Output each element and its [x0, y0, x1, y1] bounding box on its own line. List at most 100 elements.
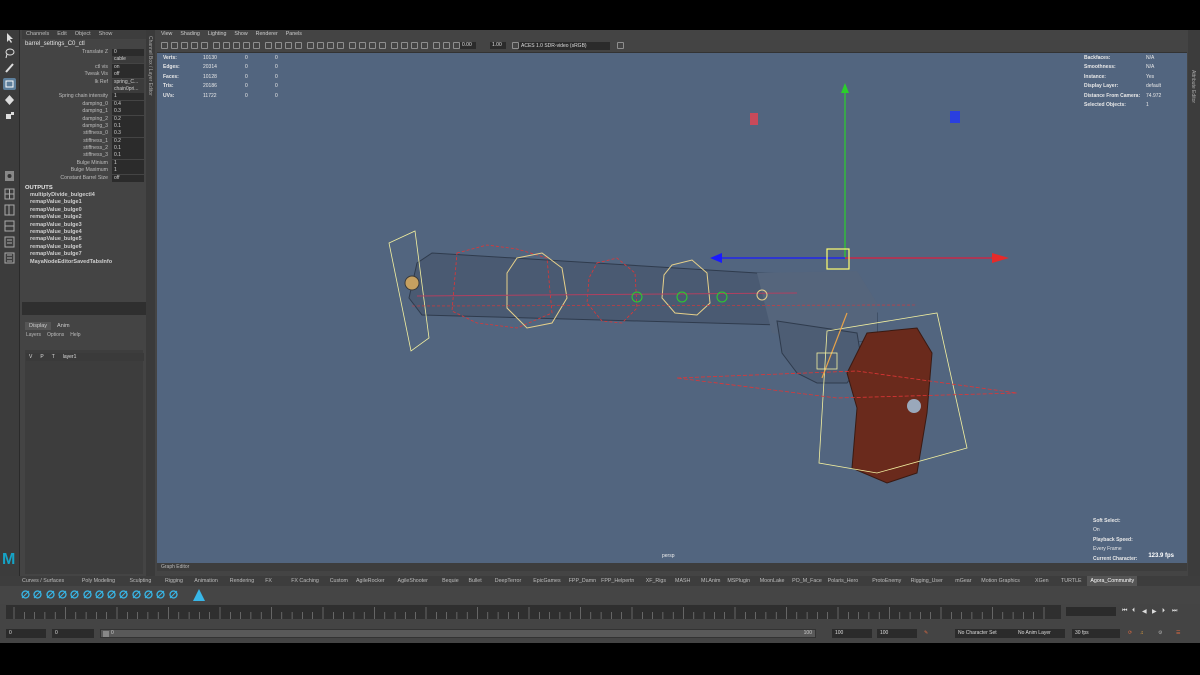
viewport-toolbar-icon[interactable] [391, 42, 398, 49]
shelf-tab[interactable]: Rendering [230, 576, 254, 586]
step-forward-icon[interactable]: ⏵ [1162, 608, 1165, 615]
attribute-row[interactable]: damping_1 0.3 [22, 108, 146, 116]
attribute-value[interactable]: 1 [112, 93, 144, 101]
attribute-row[interactable]: Ik Ref spring_C... [22, 78, 146, 86]
layout-list-icon[interactable] [3, 252, 16, 264]
move-z-arrow-icon[interactable] [710, 253, 722, 263]
range-slider[interactable]: 0 100 [100, 629, 816, 638]
shelf-tab[interactable]: Rigging_User [911, 576, 943, 586]
layout-single-icon[interactable] [3, 170, 16, 182]
attribute-value[interactable]: 1 [112, 167, 144, 175]
layer-name[interactable]: layer1 [63, 353, 77, 361]
layout-stack-icon[interactable] [3, 220, 16, 232]
attribute-value[interactable]: 0.1 [112, 145, 144, 153]
shelf-tab[interactable]: MSPlugin [727, 576, 750, 586]
shelf-tab[interactable]: EpicGames [533, 576, 560, 586]
shelf-tab[interactable]: ProtoEnemy [872, 576, 901, 586]
viewport-toolbar-icon[interactable] [243, 42, 250, 49]
fps-dropdown[interactable]: 30 fps [1072, 629, 1120, 638]
shelf-tool-icon[interactable] [155, 589, 166, 600]
attribute-row[interactable]: Constant Barrel Size off [22, 174, 146, 182]
viewport-toolbar-icon[interactable] [379, 42, 386, 49]
shelf-tab[interactable]: Motion Graphics [981, 576, 1020, 586]
viewport-toolbar-icon[interactable] [171, 42, 178, 49]
attribute-row[interactable]: cable [22, 56, 146, 64]
move-plane-red-icon[interactable] [750, 113, 758, 125]
channel-box-side-tab[interactable]: Channel Box / Layer Editor [146, 30, 155, 580]
menu-channels[interactable]: Channels [26, 30, 49, 39]
viewport-toolbar-icon[interactable] [512, 42, 519, 49]
output-node[interactable]: MayaNodeEditorSavedTabsInfo [22, 259, 146, 266]
output-node[interactable]: remapValue_bulge2 [22, 214, 146, 221]
viewport-toolbar-icon[interactable] [223, 42, 230, 49]
scene-end-field[interactable]: 100 [877, 629, 917, 638]
viewport-toolbar-icon[interactable] [201, 42, 208, 49]
go-end-icon[interactable]: ⏭ [1172, 608, 1177, 615]
move-x-arrow-icon[interactable] [992, 253, 1009, 263]
attribute-value[interactable]: 0.2 [112, 137, 144, 145]
attribute-row[interactable]: Bulge Minium 1 [22, 159, 146, 167]
attribute-row[interactable]: damping_0 0.4 [22, 100, 146, 108]
3d-viewport[interactable]: Verts: 10130 0 0 Edges: 20314 0 0 Faces: 10128 0 0 T… [157, 53, 1187, 563]
shelf-tab[interactable]: MLAnim [701, 576, 720, 586]
attribute-value[interactable]: off [112, 71, 144, 79]
viewport-toolbar-icon[interactable] [307, 42, 314, 49]
menu-edit[interactable]: Edit [57, 30, 66, 39]
attribute-value[interactable]: on [112, 63, 144, 71]
layer-row[interactable]: V P T layer1 [26, 353, 144, 361]
attribute-row[interactable]: stiffness_1 0.2 [22, 137, 146, 145]
output-node[interactable]: remapValue_bulge0 [22, 207, 146, 214]
key-settings-icon[interactable]: ⚙ [1158, 629, 1162, 638]
shelf-tab[interactable]: Custom [330, 576, 348, 586]
menu-panels[interactable]: Panels [286, 30, 302, 38]
preferences-icon[interactable]: ☰ [1176, 629, 1180, 638]
attribute-row[interactable]: chain0pri... [22, 85, 146, 93]
layout-side-icon[interactable] [3, 204, 16, 216]
shelf-tab[interactable]: DeepTerror [495, 576, 522, 586]
viewport-toolbar-icon[interactable] [433, 42, 440, 49]
viewport-toolbar-icon[interactable] [349, 42, 356, 49]
auto-key-icon[interactable]: ✎ [924, 629, 928, 638]
attribute-row[interactable]: ctl vis on [22, 63, 146, 71]
shelf-tab[interactable]: Curves / Surfaces [22, 576, 64, 586]
scale-tool-icon[interactable] [3, 110, 16, 122]
attribute-value[interactable]: 0.2 [112, 115, 144, 123]
shelf-tab[interactable]: mGear [955, 576, 971, 586]
viewport-toolbar-icon[interactable] [411, 42, 418, 49]
attribute-value[interactable]: cable [112, 56, 144, 64]
graph-editor-bar[interactable]: Graph Editor [157, 563, 1187, 571]
attribute-editor-side-tab[interactable]: Attribute Editor [1188, 30, 1200, 580]
viewport-toolbar-icon[interactable] [421, 42, 428, 49]
viewport-toolbar-icon[interactable] [443, 42, 450, 49]
tab-display[interactable]: Display [25, 322, 52, 330]
attribute-value[interactable]: spring_C... [112, 78, 144, 86]
rotate-tool-icon[interactable] [3, 94, 16, 106]
viewport-toolbar-icon[interactable] [453, 42, 460, 49]
viewport-toolbar-icon[interactable] [295, 42, 302, 49]
attribute-value[interactable]: off [112, 174, 144, 182]
loop-icon[interactable]: ⟳ [1128, 629, 1132, 638]
muzzle-ctrl-box[interactable] [388, 230, 430, 352]
viewport-toolbar-icon[interactable] [401, 42, 408, 49]
shelf-tool-icon[interactable] [57, 589, 68, 600]
attribute-value[interactable]: chain0pri... [112, 85, 144, 93]
shelf-tab[interactable]: Animation [194, 576, 218, 586]
viewport-toolbar-icon[interactable] [213, 42, 220, 49]
viewport-toolbar-icon[interactable] [181, 42, 188, 49]
shelf-tab[interactable]: PO_M_Face [792, 576, 822, 586]
shelf-tab[interactable]: FPP_Damn [569, 576, 596, 586]
output-node[interactable]: remapValue_bulge5 [22, 236, 146, 243]
layer-playback-toggle[interactable]: P [40, 353, 43, 361]
current-frame-field[interactable] [1066, 607, 1116, 616]
shelf-tool-icon[interactable] [143, 589, 154, 600]
lasso-tool-icon[interactable] [3, 47, 16, 59]
output-node[interactable]: multiplyDivide_bulgectl4 [22, 192, 146, 199]
shelf-tool-icon[interactable] [106, 589, 117, 600]
paint-select-icon[interactable] [3, 62, 16, 74]
shelf-tab[interactable]: Agora_Community [1087, 576, 1138, 586]
attribute-value[interactable]: 0.4 [112, 100, 144, 108]
attribute-row[interactable]: damping_3 0.1 [22, 122, 146, 130]
sound-icon[interactable]: ♫ [1140, 629, 1144, 638]
attribute-row[interactable]: stiffness_3 0.1 [22, 152, 146, 160]
output-node[interactable]: remapValue_bulge4 [22, 229, 146, 236]
